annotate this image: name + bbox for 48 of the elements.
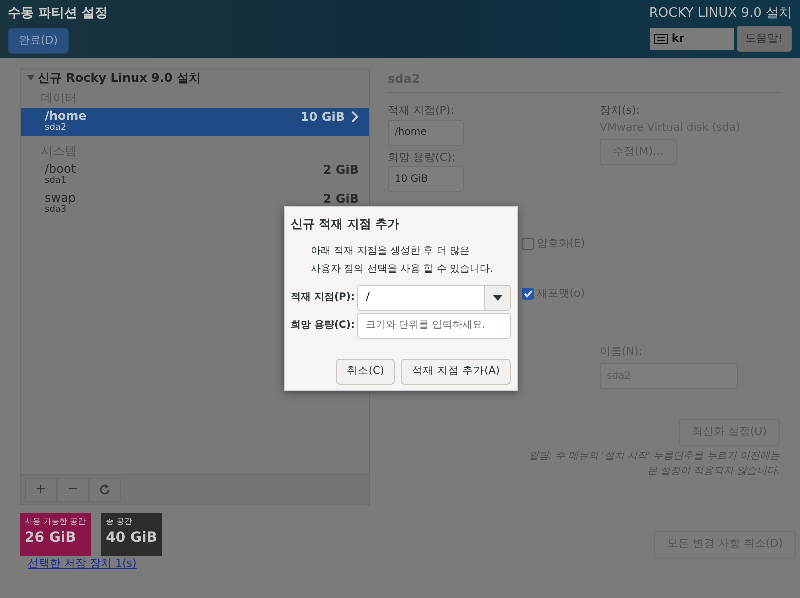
refresh-button[interactable] <box>89 478 121 502</box>
keyboard-layout-field[interactable]: kr <box>650 28 734 50</box>
storage-label: 사용 가능한 공간 <box>25 516 86 528</box>
dropdown-button[interactable] <box>485 284 511 310</box>
field-label: 적재 지점(P): <box>388 103 456 119</box>
storage-label: 총 공간 <box>106 516 134 528</box>
partition-row[interactable]: /boot sda1 2 GiB <box>21 161 369 189</box>
mount-point-text: /home <box>45 109 87 123</box>
storage-value: 40 GiB <box>106 529 158 548</box>
partition-row[interactable]: swap sda3 2 GiB <box>21 190 369 218</box>
field-label: 적재 지점(P): <box>291 291 356 305</box>
dialog-description: 아래 적재 지점을 생성한 후 더 많은 사용자 정의 선택을 사용 할 수 있습니다. <box>311 245 494 277</box>
dialog-title: 신규 적재 지점 추가 <box>291 216 401 233</box>
mount-point-text: /boot <box>45 162 76 176</box>
partition-row[interactable]: /home sda2 10 GiB <box>21 108 369 136</box>
capacity-input[interactable]: 크기와 단위를 입력하세요. <box>357 312 511 338</box>
refresh-icon <box>99 484 111 496</box>
keyboard-icon <box>654 34 668 44</box>
chevron-right-icon <box>351 111 359 123</box>
check-icon <box>524 290 532 298</box>
done-button[interactable]: 완료(D) <box>8 28 70 54</box>
size-text: 10 GiB <box>301 109 345 126</box>
storage-devices-link[interactable]: 선택한 저장 장치 1(s) <box>28 557 137 570</box>
size-text: 2 GiB <box>323 162 359 179</box>
add-mount-point-button[interactable]: 적재 지점 추가(A) <box>400 358 511 384</box>
storage-value: 26 GiB <box>25 529 78 548</box>
device-text: sda1 <box>45 176 68 187</box>
mount-point-field[interactable]: /home <box>388 120 464 146</box>
device-text: sda2 <box>45 123 68 134</box>
field-label: 장치(s): <box>600 103 642 119</box>
add-button[interactable]: + <box>25 478 57 502</box>
remove-button[interactable]: − <box>57 478 89 502</box>
cancel-button[interactable]: 취소(C) <box>336 358 396 384</box>
checkbox[interactable] <box>522 238 534 250</box>
field-label: 희망 용량(C): <box>291 319 356 333</box>
field-label: 희망 용량(C): <box>388 150 456 166</box>
window-title: 수동 파티션 설정 <box>8 5 108 23</box>
expanded-triangle-icon[interactable] <box>27 74 35 82</box>
mount-point-text: swap <box>45 191 76 205</box>
product-title: ROCKY LINUX 9.0 설치 <box>649 5 792 23</box>
help-button[interactable]: 도움말! <box>736 26 792 52</box>
tree-root-row[interactable]: 신규 Rocky Linux 9.0 설치 <box>21 69 369 87</box>
mount-point-field[interactable]: / <box>357 284 485 310</box>
checkbox[interactable] <box>522 288 534 300</box>
caret-icon <box>492 294 502 300</box>
device-text: sda3 <box>45 205 68 216</box>
size-text: 2 GiB <box>323 191 359 208</box>
capacity-field[interactable]: 10 GiB <box>388 166 464 192</box>
